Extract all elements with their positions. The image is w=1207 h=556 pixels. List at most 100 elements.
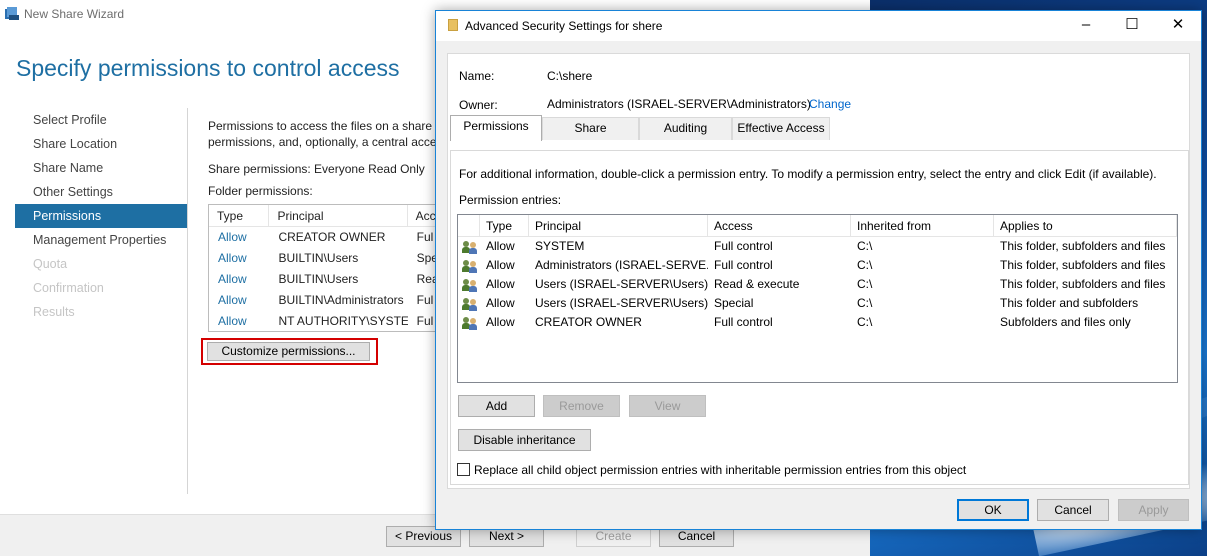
nav-item-management-properties[interactable]: Management Properties <box>15 228 187 252</box>
view-button: View <box>629 395 706 417</box>
users-icon <box>462 240 478 254</box>
cell-inherited-from: C:\ <box>857 277 873 291</box>
table-row[interactable]: Allow BUILTIN\Users Spe <box>209 248 437 269</box>
nav-divider <box>187 108 188 494</box>
cell-inherited-from: C:\ <box>857 315 873 329</box>
nav-item-select-profile[interactable]: Select Profile <box>15 108 187 132</box>
wizard-title: New Share Wizard <box>24 7 125 21</box>
users-icon <box>462 278 478 292</box>
cell-type: Allow <box>486 315 515 329</box>
column-header-inherited-from[interactable]: Inherited from <box>851 215 994 236</box>
cell-access: Ful <box>416 293 434 307</box>
cell-access: Special <box>714 296 754 310</box>
table-row[interactable]: Allow BUILTIN\Users Rea <box>209 269 437 290</box>
permission-entries-table[interactable]: Type Principal Access Inherited from App… <box>457 214 1178 383</box>
nav-item-other-settings[interactable]: Other Settings <box>15 180 187 204</box>
cell-inherited-from: C:\ <box>857 296 873 310</box>
maximize-icon[interactable]: ☐ <box>1109 11 1155 41</box>
tab-effective-access[interactable]: Effective Access <box>732 117 830 140</box>
column-header-access[interactable]: Acc <box>408 205 437 226</box>
disable-inheritance-button[interactable]: Disable inheritance <box>458 429 591 451</box>
description-line-1: Permissions to access the files on a sha… <box>208 119 438 133</box>
cell-type: Allow <box>218 314 247 328</box>
page-title: Specify permissions to control access <box>16 55 400 81</box>
cell-principal: BUILTIN\Users <box>278 251 359 265</box>
users-icon <box>462 316 478 330</box>
dialog-titlebar: Advanced Security Settings for shere – ☐… <box>436 11 1201 41</box>
share-wizard-icon <box>5 7 19 20</box>
close-icon[interactable]: ✕ <box>1155 11 1201 41</box>
remove-button: Remove <box>543 395 620 417</box>
dialog-cancel-button[interactable]: Cancel <box>1037 499 1109 521</box>
table-row[interactable]: Allow BUILTIN\Administrators Ful <box>209 290 437 311</box>
customize-permissions-button[interactable]: Customize permissions... <box>207 342 370 361</box>
table-header: Type Principal Access Inherited from App… <box>458 215 1177 237</box>
apply-button: Apply <box>1118 499 1189 521</box>
owner-label: Owner: <box>459 98 498 112</box>
table-row[interactable]: Allow CREATOR OWNER Ful <box>209 227 437 248</box>
cell-applies-to: This folder, subfolders and files <box>1000 239 1166 253</box>
cell-principal: CREATOR OWNER <box>278 230 386 244</box>
permission-entries-label: Permission entries: <box>459 193 562 207</box>
cell-applies-to: This folder and subfolders <box>1000 296 1139 310</box>
table-row[interactable]: Allow Users (ISRAEL-SERVER\Users) Specia… <box>458 294 1177 313</box>
change-owner-link[interactable]: Change <box>809 97 851 111</box>
cell-applies-to: This folder, subfolders and files <box>1000 277 1166 291</box>
name-label: Name: <box>459 69 495 83</box>
column-header-access[interactable]: Access <box>708 215 851 236</box>
cell-access: Full control <box>714 258 773 272</box>
cell-type: Allow <box>218 230 247 244</box>
column-header-type[interactable]: Type <box>209 205 270 226</box>
column-header-applies-to[interactable]: Applies to <box>994 215 1177 236</box>
permissions-description: Permissions to access the files on a sha… <box>208 118 438 150</box>
nav-item-permissions[interactable]: Permissions <box>15 204 187 228</box>
cell-applies-to: Subfolders and files only <box>1000 315 1131 329</box>
tab-auditing[interactable]: Auditing <box>639 117 732 140</box>
column-header-principal[interactable]: Principal <box>529 215 708 236</box>
replace-child-permissions-checkbox[interactable] <box>457 463 470 476</box>
folder-permissions-table[interactable]: Type Principal Acc Allow CREATOR OWNER F… <box>208 204 438 332</box>
dialog-title: Advanced Security Settings for shere <box>465 19 663 33</box>
ok-button[interactable]: OK <box>957 499 1029 521</box>
cell-type: Allow <box>218 272 247 286</box>
folder-permissions-label: Folder permissions: <box>208 184 313 198</box>
cell-access: Spe <box>416 251 437 265</box>
cell-inherited-from: C:\ <box>857 239 873 253</box>
folder-icon <box>448 19 458 31</box>
tab-share[interactable]: Share <box>542 117 639 140</box>
cell-principal: BUILTIN\Users <box>278 272 359 286</box>
cell-access: Ful <box>416 230 434 244</box>
replace-child-permissions-label[interactable]: Replace all child object permission entr… <box>474 463 966 477</box>
cell-principal: Administrators (ISRAEL-SERVE... <box>535 258 708 272</box>
name-value: C:\shere <box>547 69 593 83</box>
cell-access: Rea <box>416 272 437 286</box>
table-row[interactable]: Allow Administrators (ISRAEL-SERVE... Fu… <box>458 256 1177 275</box>
wizard-nav: Select Profile Share Location Share Name… <box>15 108 187 324</box>
cell-access: Read & execute <box>714 277 800 291</box>
cell-access: Full control <box>714 315 773 329</box>
table-row[interactable]: Allow SYSTEM Full control C:\ This folde… <box>458 237 1177 256</box>
nav-item-results: Results <box>33 305 75 319</box>
nav-item-confirmation: Confirmation <box>33 281 104 295</box>
minimize-icon[interactable]: – <box>1063 11 1109 41</box>
cell-principal: Users (ISRAEL-SERVER\Users) <box>535 277 708 291</box>
description-line-2: permissions, and, optionally, a central … <box>208 135 438 149</box>
users-icon <box>462 297 478 311</box>
nav-item-share-name[interactable]: Share Name <box>15 156 187 180</box>
cell-principal: Users (ISRAEL-SERVER\Users) <box>535 296 708 310</box>
nav-item-share-location[interactable]: Share Location <box>15 132 187 156</box>
cell-type: Allow <box>486 239 515 253</box>
cell-principal: CREATOR OWNER <box>535 315 642 329</box>
table-row[interactable]: Allow CREATOR OWNER Full control C:\ Sub… <box>458 313 1177 332</box>
column-header-icon <box>458 215 480 236</box>
cell-type: Allow <box>486 277 515 291</box>
add-button[interactable]: Add <box>458 395 535 417</box>
cell-type: Allow <box>486 296 515 310</box>
table-row[interactable]: Allow NT AUTHORITY\SYSTEM Ful <box>209 311 437 331</box>
share-permissions-text: Share permissions: Everyone Read Only <box>208 162 425 176</box>
tab-permissions[interactable]: Permissions <box>450 115 542 141</box>
table-row[interactable]: Allow Users (ISRAEL-SERVER\Users) Read &… <box>458 275 1177 294</box>
owner-value: Administrators (ISRAEL-SERVER\Administra… <box>547 97 811 111</box>
column-header-principal[interactable]: Principal <box>269 205 408 226</box>
column-header-type[interactable]: Type <box>480 215 529 236</box>
